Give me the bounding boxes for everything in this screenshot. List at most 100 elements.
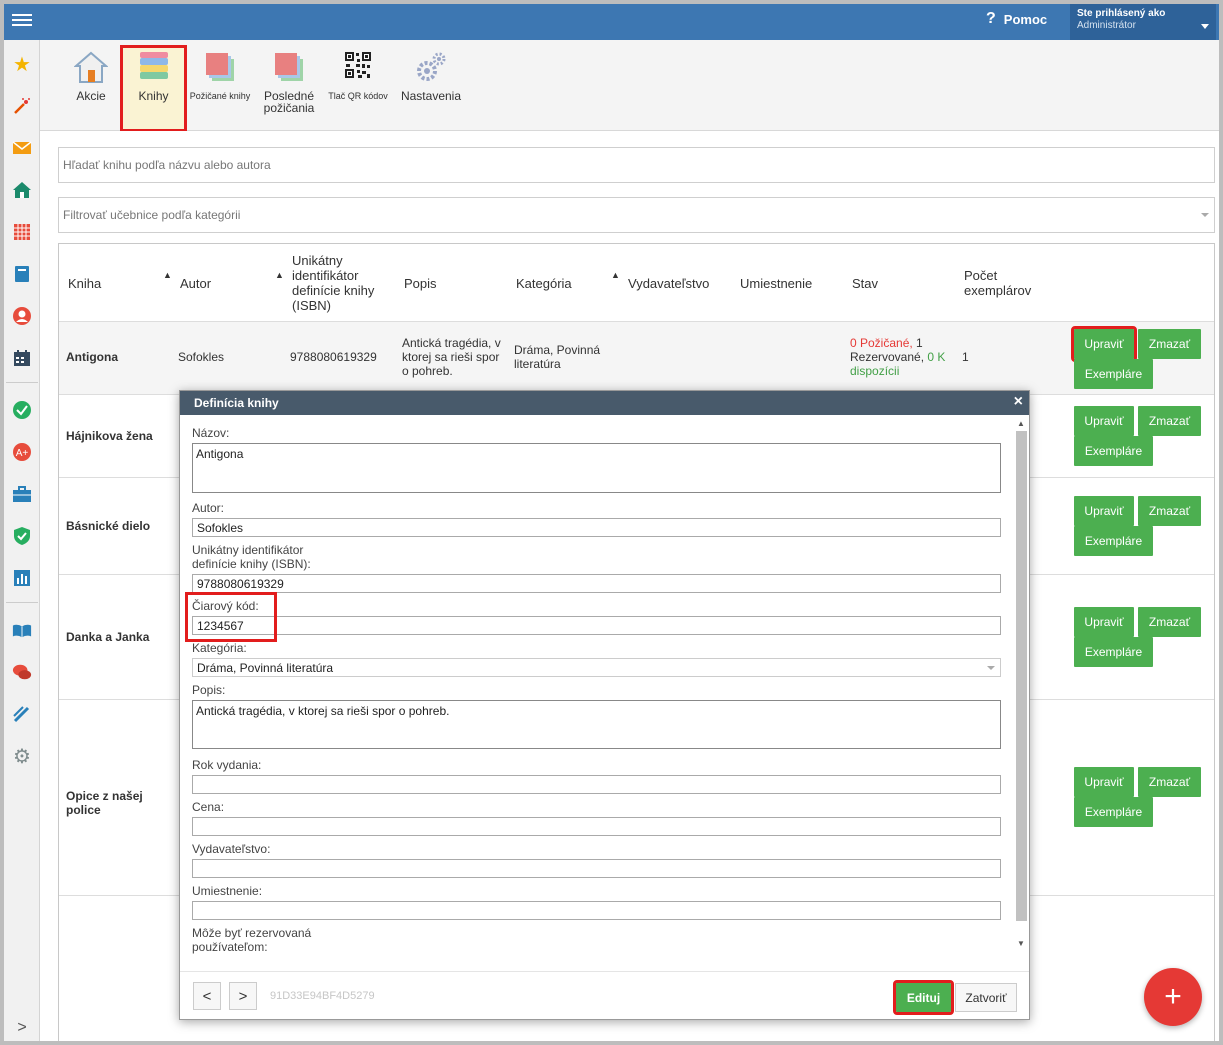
schedule-icon[interactable]	[12, 348, 32, 368]
ribbon-tlac-qr[interactable]: Tlač QR kódov	[326, 50, 390, 102]
grade-icon[interactable]: A+	[12, 442, 32, 462]
isbn-input[interactable]: 9788080619329	[192, 574, 1001, 593]
col-popis[interactable]: Popis	[404, 244, 437, 322]
svg-text:A+: A+	[16, 448, 29, 459]
umiestnenie-input[interactable]	[192, 901, 1001, 920]
star-icon[interactable]: ★	[12, 54, 32, 76]
scrollbar-thumb[interactable]	[1016, 431, 1027, 921]
ribbon-posledne-pozicania[interactable]: Posledné požičania	[258, 50, 320, 114]
copies-button[interactable]: Exempláre	[1074, 436, 1153, 466]
autor-input[interactable]: Sofokles	[192, 518, 1001, 537]
envelope-icon[interactable]	[12, 138, 32, 158]
notebook-icon[interactable]	[12, 264, 32, 284]
cena-input[interactable]	[192, 817, 1001, 836]
ribbon-label: Nastavenia	[400, 89, 462, 103]
book-isbn: 9788080619329	[290, 350, 377, 364]
prev-button[interactable]: <	[193, 982, 221, 1010]
copies-button[interactable]: Exempláre	[1074, 637, 1153, 667]
col-umiestnenie[interactable]: Umiestnenie	[740, 244, 812, 322]
search-input[interactable]: Hľadať knihu podľa názvu alebo autora	[58, 147, 1215, 183]
edit-button[interactable]: Upraviť	[1071, 326, 1137, 362]
user-menu[interactable]: Ste prihlásený ako Administrátor	[1070, 4, 1216, 40]
edit-button[interactable]: Upraviť	[1074, 767, 1134, 797]
copies-button[interactable]: Exempláre	[1074, 359, 1153, 389]
sort-arrow-icon[interactable]: ▲	[611, 270, 620, 280]
close-icon[interactable]: ×	[1014, 393, 1023, 411]
sort-arrow-icon[interactable]: ▲	[163, 270, 172, 280]
book-category: Dráma, Povinná literatúra	[514, 343, 601, 371]
add-button[interactable]: +	[1144, 968, 1202, 1026]
nazov-textarea[interactable]: Antigona	[192, 443, 1001, 493]
delete-button[interactable]: Zmazať	[1138, 329, 1201, 359]
open-book-icon[interactable]	[12, 620, 32, 640]
sort-arrow-icon[interactable]: ▲	[275, 270, 284, 280]
borrowed-books-icon	[203, 50, 237, 84]
col-kategoria[interactable]: Kategória	[516, 244, 572, 322]
help-link[interactable]: ? Pomoc	[986, 10, 1047, 28]
popis-textarea[interactable]: Antická tragédia, v ktorej sa rieši spor…	[192, 700, 1001, 749]
kategoria-select[interactable]: Dráma, Povinná literatúra	[192, 658, 1001, 677]
ribbon-label: Knihy	[138, 89, 169, 103]
sidebar: ★ A+ ⚙ >	[4, 40, 40, 1041]
gear-icon[interactable]: ⚙	[12, 746, 32, 768]
user-role: Administrátor	[1077, 20, 1136, 31]
ribbon-akcie[interactable]: Akcie	[73, 50, 109, 102]
chat-bubbles-icon[interactable]	[12, 662, 32, 682]
help-label: Pomoc	[1003, 11, 1048, 27]
gears-icon	[414, 50, 448, 84]
book-description: Antická tragédia, v ktorej sa rieši spor o…	[402, 336, 501, 378]
close-button[interactable]: Zatvoriť	[955, 983, 1017, 1012]
menu-icon[interactable]	[12, 11, 32, 31]
barcode-input[interactable]: 1234567	[192, 616, 1001, 635]
rok-input[interactable]	[192, 775, 1001, 794]
next-button[interactable]: >	[229, 982, 257, 1010]
edit-button[interactable]: Upraviť	[1074, 406, 1134, 436]
modal-scrollbar[interactable]: ▲ ▼	[1015, 419, 1027, 949]
check-circle-icon[interactable]	[12, 400, 32, 420]
col-kniha[interactable]: Kniha	[68, 244, 101, 322]
col-stav[interactable]: Stav	[852, 244, 878, 322]
bar-chart-icon[interactable]	[12, 568, 32, 588]
rezervacia-label: Môže byť rezervovaná používateľom:	[192, 926, 312, 954]
nazov-label: Názov:	[192, 426, 230, 440]
delete-button[interactable]: Zmazať	[1138, 496, 1201, 526]
delete-button[interactable]: Zmazať	[1138, 607, 1201, 637]
top-bar: ? Pomoc Ste prihlásený ako Administrátor	[4, 4, 1219, 40]
col-autor[interactable]: Autor	[180, 244, 211, 322]
edit-submit-button[interactable]: Edituj	[893, 980, 954, 1015]
edit-button[interactable]: Upraviť	[1074, 607, 1134, 637]
copies-button[interactable]: Exempláre	[1074, 797, 1153, 827]
vydavatelstvo-input[interactable]	[192, 859, 1001, 878]
ribbon-knihy[interactable]: Knihy	[120, 45, 187, 132]
edit-button[interactable]: Upraviť	[1074, 496, 1134, 526]
home-icon[interactable]	[12, 180, 32, 200]
scroll-down-icon[interactable]: ▼	[1017, 939, 1025, 948]
ribbon-nastavenia[interactable]: Nastavenia	[396, 50, 466, 102]
ribbon-pozicane-knihy[interactable]: Požičané knihy	[188, 50, 252, 102]
autor-label: Autor:	[192, 501, 225, 515]
category-filter-select[interactable]: Filtrovať učebnice podľa kategórii	[58, 197, 1215, 233]
expand-sidebar-icon[interactable]: >	[12, 1018, 32, 1038]
sidebar-divider	[6, 382, 38, 383]
rok-label: Rok vydania:	[192, 758, 262, 772]
app-frame: ? Pomoc Ste prihlásený ako Administrátor…	[4, 4, 1219, 1041]
col-vydavatelstvo[interactable]: Vydavateľstvo	[628, 244, 709, 322]
ribbon-label: Požičané knihy	[189, 91, 251, 101]
scroll-up-icon[interactable]: ▲	[1017, 419, 1025, 428]
table-header: Kniha ▲ Autor ▲ Unikátny identifikátor d…	[59, 244, 1214, 322]
isbn-label: Unikátny identifikátor definície knihy (I…	[192, 543, 311, 571]
magic-wand-icon[interactable]	[12, 96, 32, 116]
pencil-icon[interactable]	[12, 704, 32, 724]
copies-button[interactable]: Exempláre	[1074, 526, 1153, 556]
shield-icon[interactable]	[12, 526, 32, 546]
col-isbn[interactable]: Unikátny identifikátor definície knihy (…	[292, 244, 374, 322]
delete-button[interactable]: Zmazať	[1138, 406, 1201, 436]
user-circle-icon[interactable]	[12, 306, 32, 326]
book-title: Opice z našej police	[66, 789, 143, 817]
calendar-grid-icon[interactable]	[12, 222, 32, 242]
briefcase-icon[interactable]	[12, 484, 32, 504]
col-pocet[interactable]: Počet exemplárov	[964, 244, 1031, 322]
chevron-down-icon	[1201, 24, 1209, 29]
delete-button[interactable]: Zmazať	[1138, 767, 1201, 797]
qr-code-icon	[341, 50, 375, 84]
